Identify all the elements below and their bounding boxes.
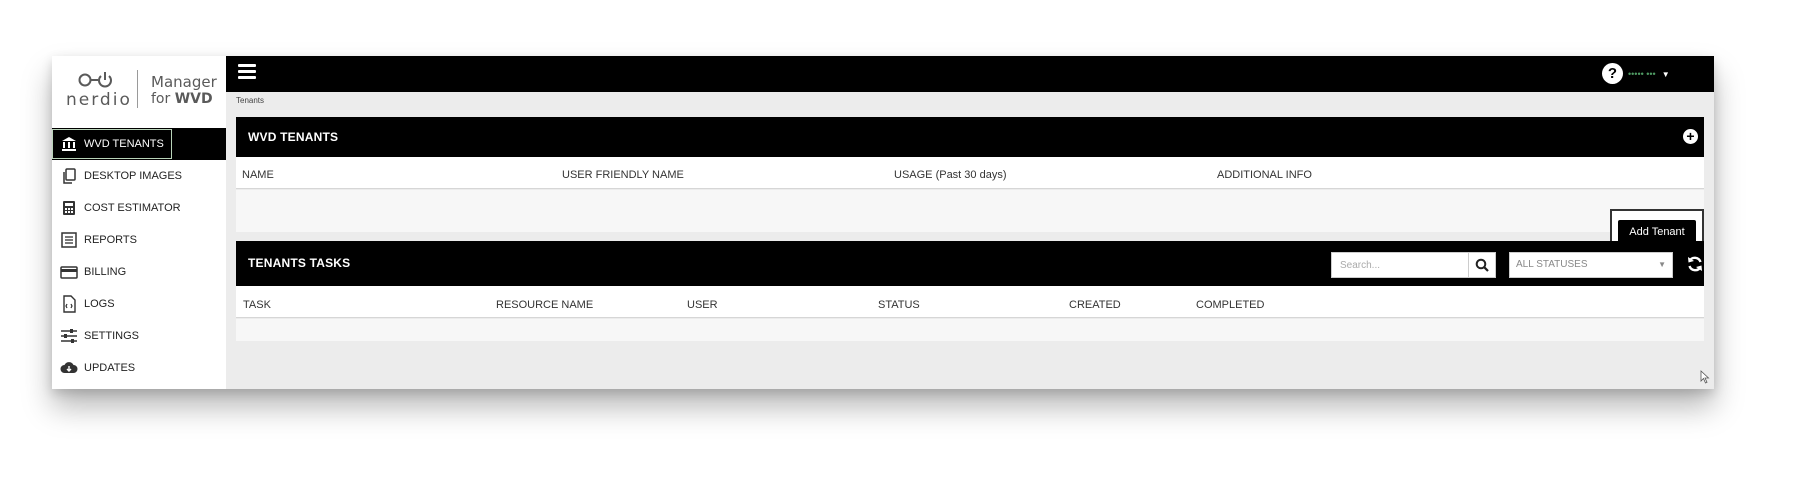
column-user-friendly-name[interactable]: USER FRIENDLY NAME	[562, 169, 684, 181]
column-created[interactable]: CREATED	[1069, 299, 1121, 311]
code-file-icon	[60, 295, 78, 313]
status-filter-select[interactable]: ALL STATUSES ▼	[1509, 252, 1673, 278]
tasks-panel-header: TENANTS TASKS ALL STATUSES ▼	[236, 241, 1704, 286]
tasks-table-header: TASK RESOURCE NAME USER STATUS CREATED C…	[236, 286, 1704, 318]
tenants-panel-title: WVD TENANTS	[248, 130, 339, 144]
brand-divider	[137, 70, 138, 108]
refresh-icon[interactable]	[1686, 255, 1704, 273]
breadcrumb[interactable]: Tenants	[236, 96, 264, 105]
sidebar-item-label: REPORTS	[84, 234, 137, 246]
column-user[interactable]: USER	[687, 299, 718, 311]
brand-product-name: Manager for WVD	[151, 74, 227, 108]
brand-product-line2: for WVD	[151, 91, 227, 108]
brand: nerdio Manager for WVD	[52, 56, 226, 126]
calculator-icon	[60, 199, 78, 217]
tenants-panel-header: WVD TENANTS +	[236, 117, 1704, 157]
search-input[interactable]	[1332, 253, 1470, 277]
brand-product-line1: Manager	[151, 73, 217, 91]
user-menu[interactable]: ••••• ••• ▼	[1628, 56, 1670, 92]
chevron-down-icon: ▼	[1658, 260, 1666, 269]
sidebar-item-label: SETTINGS	[84, 330, 140, 342]
sidebar-item-label: DESKTOP IMAGES	[84, 170, 183, 182]
sidebar-item-cost-estimator[interactable]: COST ESTIMATOR	[52, 192, 226, 224]
sidebar-item-billing[interactable]: BILLING	[52, 256, 226, 288]
column-additional-info[interactable]: ADDITIONAL INFO	[1217, 169, 1312, 181]
credit-card-icon	[60, 263, 78, 281]
active-item-outline	[52, 129, 172, 159]
copy-icon	[60, 167, 78, 185]
sidebar-item-label: COST ESTIMATOR	[84, 202, 181, 214]
help-icon[interactable]: ?	[1602, 63, 1623, 84]
cloud-download-icon	[60, 359, 78, 377]
app-window: nerdio Manager for WVD WVD TENANTS DESKT…	[52, 56, 1714, 389]
mouse-cursor-icon	[1700, 370, 1710, 384]
sidebar-item-wvd-tenants[interactable]: WVD TENANTS	[52, 128, 226, 160]
list-icon	[60, 231, 78, 249]
sidebar-item-reports[interactable]: REPORTS	[52, 224, 226, 256]
brand-product-bold: WVD	[174, 91, 213, 107]
sidebar-item-updates[interactable]: UPDATES	[52, 352, 226, 384]
column-task[interactable]: TASK	[243, 299, 271, 311]
user-name: ••••• •••	[1628, 69, 1656, 79]
tasks-panel-title: TENANTS TASKS	[248, 256, 351, 270]
tenants-table-header: NAME USER FRIENDLY NAME USAGE (Past 30 d…	[236, 157, 1704, 189]
search-button[interactable]	[1468, 253, 1495, 277]
add-circle-icon[interactable]: +	[1683, 129, 1698, 144]
caret-down-icon: ▼	[1661, 69, 1670, 79]
top-bar: ? ••••• ••• ▼	[226, 56, 1714, 92]
column-usage[interactable]: USAGE (Past 30 days)	[894, 169, 1007, 181]
sidebar-item-settings[interactable]: SETTINGS	[52, 320, 226, 352]
tasks-table-body	[236, 319, 1704, 341]
main-content: ? ••••• ••• ▼ Tenants WVD TENANTS + NAME…	[226, 56, 1714, 389]
sidebar-nav: WVD TENANTS DESKTOP IMAGES COST ESTIMATO…	[52, 128, 226, 384]
brand-wordmark: nerdio	[66, 90, 132, 110]
tenants-table-body	[236, 190, 1704, 232]
status-filter-value: ALL STATUSES	[1516, 259, 1588, 270]
sidebar-item-label: LOGS	[84, 298, 115, 310]
column-name[interactable]: NAME	[242, 169, 274, 181]
sliders-icon	[60, 327, 78, 345]
column-resource-name[interactable]: RESOURCE NAME	[496, 299, 593, 311]
hamburger-menu-icon[interactable]	[238, 64, 256, 80]
sidebar: nerdio Manager for WVD WVD TENANTS DESKT…	[52, 56, 226, 389]
sidebar-item-label: UPDATES	[84, 362, 136, 374]
brand-product-prefix: for	[151, 91, 175, 107]
sidebar-item-label: BILLING	[84, 266, 127, 278]
column-status[interactable]: STATUS	[878, 299, 920, 311]
search-icon	[1475, 258, 1489, 272]
column-completed[interactable]: COMPLETED	[1196, 299, 1264, 311]
sidebar-item-desktop-images[interactable]: DESKTOP IMAGES	[52, 160, 226, 192]
task-search	[1331, 252, 1496, 278]
sidebar-item-logs[interactable]: LOGS	[52, 288, 226, 320]
